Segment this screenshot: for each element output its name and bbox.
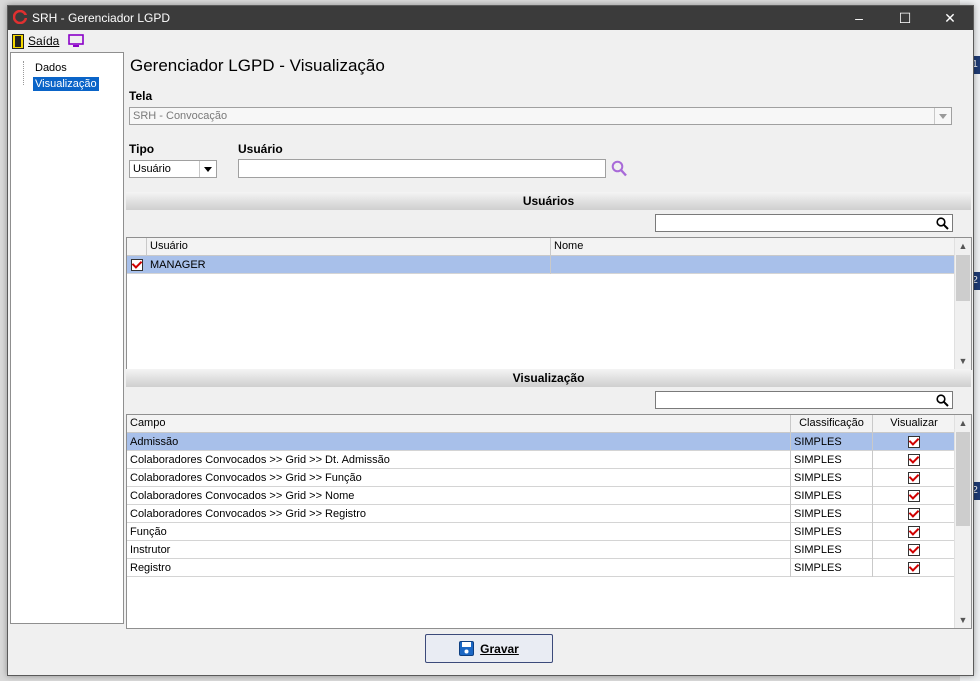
cell-usuario: MANAGER [147,256,551,274]
usuarios-search-input[interactable] [655,214,953,232]
app-logo-icon [13,10,27,24]
tipo-value: Usuário [133,163,171,175]
tipo-select[interactable]: Usuário [129,160,217,178]
title-bar: SRH - Gerenciador LGPD – ☐ ✕ [8,6,973,30]
column-header-nome[interactable]: Nome [551,238,955,255]
column-header-campo[interactable]: Campo [127,415,791,432]
main-window: SRH - Gerenciador LGPD – ☐ ✕ Saída Dados… [7,5,974,676]
maximize-button[interactable]: ☐ [882,6,928,30]
door-exit-icon [12,33,24,49]
usuarios-grid: Usuário Nome MANAGER ▲ ▼ [126,237,972,370]
visualizar-checkbox[interactable] [873,541,955,559]
usuarios-scrollbar[interactable]: ▲ ▼ [954,238,971,369]
monitor-icon[interactable] [68,34,84,48]
exit-menu-item[interactable]: Saída [12,33,59,49]
row-checkbox[interactable] [127,256,147,274]
visualizar-checkbox[interactable] [873,451,955,469]
visualizar-checkbox[interactable] [873,523,955,541]
table-row[interactable]: Colaboradores Convocados >> Grid >> Dt. … [127,451,955,469]
cell-campo: Função [127,523,791,541]
table-row[interactable]: Colaboradores Convocados >> Grid >> Funç… [127,469,955,487]
visualizar-checkbox[interactable] [873,469,955,487]
tela-select[interactable]: SRH - Convocação [129,107,952,125]
table-row[interactable]: Função SIMPLES [127,523,955,541]
usuario-input[interactable] [238,159,606,178]
column-header-visualizar[interactable]: Visualizar [873,415,955,432]
visualizacao-grid-header: Campo Classificação Visualizar [127,415,955,433]
checkbox-column-header [127,238,147,255]
tela-value: SRH - Convocação [133,110,228,122]
table-row[interactable]: Colaboradores Convocados >> Grid >> Regi… [127,505,955,523]
scroll-down-icon[interactable]: ▼ [955,612,971,628]
cell-classificacao: SIMPLES [791,487,873,505]
scroll-thumb[interactable] [956,432,970,526]
usuarios-section-header: Usuários [126,192,971,210]
exit-label: Saída [28,34,60,48]
cell-campo: Colaboradores Convocados >> Grid >> Funç… [127,469,791,487]
cell-classificacao: SIMPLES [791,541,873,559]
window-title: SRH - Gerenciador LGPD [32,11,171,25]
visualizacao-grid: Campo Classificação Visualizar Admissão S… [126,414,972,629]
cell-campo: Colaboradores Convocados >> Grid >> Nome [127,487,791,505]
cell-campo: Registro [127,559,791,577]
table-row[interactable]: Registro SIMPLES [127,559,955,577]
scroll-up-icon[interactable]: ▲ [955,238,971,254]
scroll-thumb[interactable] [956,255,970,301]
tree-connector [23,61,24,85]
tipo-label: Tipo [129,142,155,156]
save-button[interactable]: Gravar [425,634,553,663]
menu-bar: Saída [8,30,973,52]
cell-campo: Colaboradores Convocados >> Grid >> Dt. … [127,451,791,469]
cell-classificacao: SIMPLES [791,559,873,577]
search-icon[interactable] [936,217,949,230]
column-header-classificacao[interactable]: Classificação [791,415,873,432]
column-header-usuario[interactable]: Usuário [147,238,551,255]
visualizar-checkbox[interactable] [873,433,955,451]
cell-campo: Admissão [127,433,791,451]
tree-item-visualizacao[interactable]: Visualização [33,77,99,91]
search-icon[interactable] [611,160,627,177]
table-row[interactable]: Colaboradores Convocados >> Grid >> Nome… [127,487,955,505]
cell-classificacao: SIMPLES [791,451,873,469]
main-panel: Gerenciador LGPD - Visualização Tela SRH… [126,52,972,629]
search-icon[interactable] [936,394,949,407]
chevron-down-icon [934,108,951,124]
cell-classificacao: SIMPLES [791,469,873,487]
cell-campo: Instrutor [127,541,791,559]
cell-classificacao: SIMPLES [791,523,873,541]
visualizacao-section-header: Visualização [126,369,971,387]
close-button[interactable]: ✕ [927,6,973,30]
usuarios-grid-header: Usuário Nome [127,238,955,256]
visualizar-checkbox[interactable] [873,559,955,577]
tela-label: Tela [129,89,153,103]
visualizar-checkbox[interactable] [873,505,955,523]
table-row[interactable]: Instrutor SIMPLES [127,541,955,559]
visualizar-checkbox[interactable] [873,487,955,505]
page-title: Gerenciador LGPD - Visualização [130,56,385,75]
table-row[interactable]: MANAGER [127,256,955,274]
cell-classificacao: SIMPLES [791,433,873,451]
floppy-disk-icon [459,641,475,656]
visualizacao-scrollbar[interactable]: ▲ ▼ [954,415,971,628]
save-label: Gravar [480,641,519,656]
chevron-down-icon [199,161,216,177]
navigation-tree: Dados Visualização [10,52,124,624]
visualizacao-search-input[interactable] [655,391,953,409]
cell-nome [551,256,955,274]
cell-classificacao: SIMPLES [791,505,873,523]
usuario-label: Usuário [238,142,283,156]
cell-campo: Colaboradores Convocados >> Grid >> Regi… [127,505,791,523]
minimize-button[interactable]: – [836,6,882,30]
table-row[interactable]: Admissão SIMPLES [127,433,955,451]
scroll-up-icon[interactable]: ▲ [955,415,971,431]
scroll-down-icon[interactable]: ▼ [955,353,971,369]
tree-item-dados[interactable]: Dados [33,61,69,75]
